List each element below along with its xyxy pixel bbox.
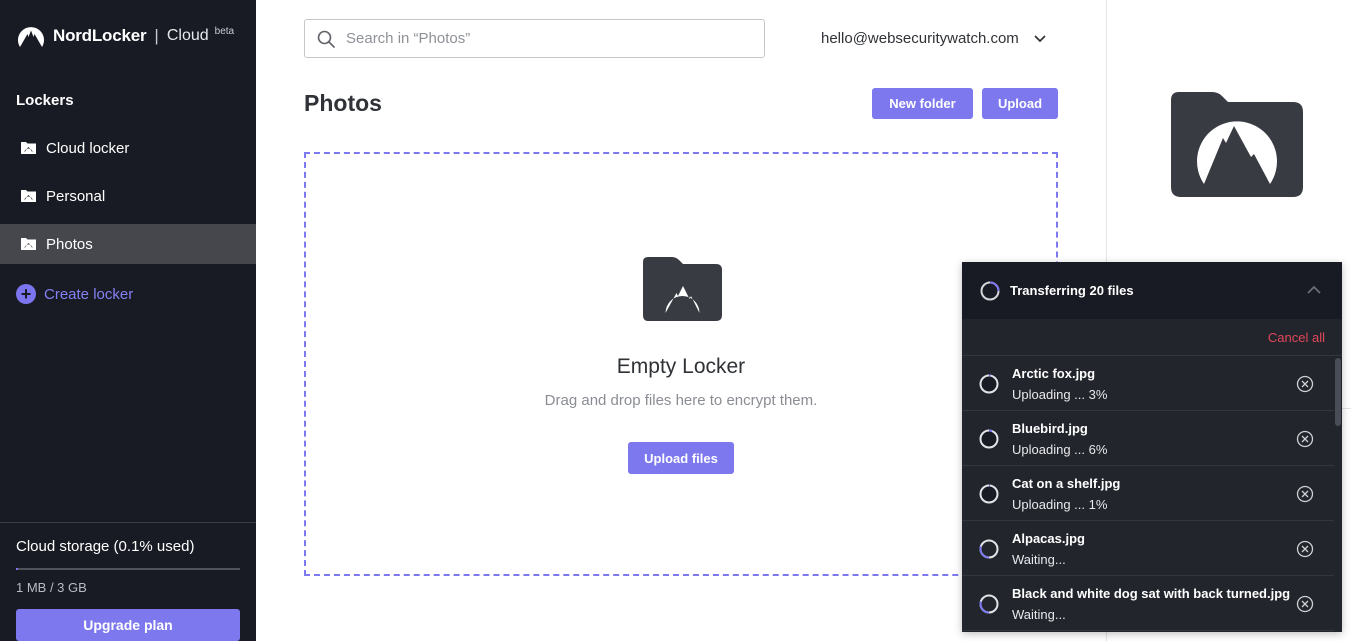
cancel-all-button[interactable]: Cancel all xyxy=(1268,330,1325,345)
transfer-panel: Transferring 20 files Cancel all Arctic … xyxy=(962,262,1342,632)
beta-badge: beta xyxy=(214,25,235,37)
brand-product: Cloud xyxy=(166,27,209,44)
sidebar-item-cloud-locker[interactable]: Cloud locker xyxy=(0,128,256,168)
storage-usage: 1 MB / 3 GB xyxy=(16,580,87,595)
spinner-icon xyxy=(980,281,1000,300)
transfer-header[interactable]: Transferring 20 files xyxy=(962,262,1342,319)
storage-title: Cloud storage (0.1% used) xyxy=(16,538,195,555)
transfer-title: Transferring 20 files xyxy=(1010,283,1134,298)
waiting-spinner-icon xyxy=(979,594,999,614)
sidebar: NordLocker | Cloud beta Lockers Cloud lo… xyxy=(0,0,256,641)
progress-ring-track xyxy=(979,429,999,449)
cancel-circle-icon[interactable] xyxy=(1296,540,1314,558)
locker-icon xyxy=(21,142,36,154)
file-name: Black and white dog sat with back turned… xyxy=(1012,586,1291,601)
plus-circle-icon: + xyxy=(16,284,36,304)
transfer-item: Arctic fox.jpg Uploading ... 3% xyxy=(962,356,1334,411)
locker-list: Cloud locker Personal Photos xyxy=(0,128,256,272)
transfer-file-list: Arctic fox.jpg Uploading ... 3% Bluebird… xyxy=(962,356,1342,631)
transfer-item: Alpacas.jpg Waiting... xyxy=(962,521,1334,576)
sidebar-item-label: Cloud locker xyxy=(46,139,130,157)
cancel-circle-icon[interactable] xyxy=(1296,375,1314,393)
file-status: Waiting... xyxy=(1012,607,1066,622)
chevron-down-icon xyxy=(1034,34,1046,42)
cancel-circle-icon[interactable] xyxy=(1296,485,1314,503)
sidebar-item-label: Photos xyxy=(46,235,93,253)
file-status: Uploading ... 1% xyxy=(1012,497,1108,512)
progress-ring-icon xyxy=(979,429,999,449)
progress-ring-track xyxy=(979,484,999,504)
storage-progress-fill xyxy=(16,568,19,570)
transfer-item: Cat on a shelf.jpg Uploading ... 1% xyxy=(962,466,1334,521)
file-name: Bluebird.jpg xyxy=(1012,421,1088,436)
progress-ring-icon xyxy=(979,374,999,394)
sidebar-item-personal[interactable]: Personal xyxy=(0,176,256,216)
storage-section: Cloud storage (0.1% used) 1 MB / 3 GB Up… xyxy=(0,522,256,641)
cancel-circle-icon[interactable] xyxy=(1296,595,1314,613)
upgrade-plan-button[interactable]: Upgrade plan xyxy=(16,609,240,641)
empty-state-title: Empty Locker xyxy=(616,355,746,378)
brand[interactable]: NordLocker | Cloud beta xyxy=(16,22,234,50)
sidebar-item-photos[interactable]: Photos xyxy=(0,224,256,264)
upload-files-button[interactable]: Upload files xyxy=(628,442,734,474)
progress-ring-track xyxy=(979,374,999,394)
nordlocker-logo-icon xyxy=(18,27,44,47)
progress-ring-icon xyxy=(979,484,999,504)
search-input[interactable] xyxy=(346,30,746,47)
search-box[interactable] xyxy=(304,19,765,58)
cancel-row: Cancel all xyxy=(962,319,1342,356)
waiting-spinner-icon xyxy=(979,539,999,559)
transfer-item: Bluebird.jpg Uploading ... 6% xyxy=(962,411,1334,466)
file-status: Uploading ... 3% xyxy=(1012,387,1108,402)
locker-folder-icon xyxy=(1171,92,1303,197)
transfer-item: Black and white dog sat with back turned… xyxy=(962,576,1334,631)
sidebar-item-label: Personal xyxy=(46,187,106,205)
drop-zone[interactable]: Empty Locker Drag and drop files here to… xyxy=(304,152,1058,576)
create-locker-button[interactable]: + Create locker xyxy=(16,284,133,304)
chevron-up-icon[interactable] xyxy=(1306,284,1322,296)
page-title: Photos xyxy=(304,90,382,116)
transfer-list-scrollbar[interactable] xyxy=(1335,358,1341,426)
search-icon xyxy=(317,30,335,48)
create-locker-label: Create locker xyxy=(44,285,134,303)
file-name: Arctic fox.jpg xyxy=(1012,366,1096,381)
new-folder-button[interactable]: New folder xyxy=(872,88,973,119)
account-email: hello@websecuritywatch.com xyxy=(821,30,1019,47)
upload-button[interactable]: Upload xyxy=(982,88,1058,119)
locker-folder-icon xyxy=(643,257,722,321)
brand-separator: | xyxy=(154,26,159,45)
file-name: Cat on a shelf.jpg xyxy=(1012,476,1121,491)
storage-progress-bar xyxy=(16,568,240,570)
locker-icon xyxy=(21,238,36,250)
cancel-circle-icon[interactable] xyxy=(1296,430,1314,448)
locker-icon xyxy=(21,190,36,202)
file-status: Uploading ... 6% xyxy=(1012,442,1108,457)
file-status: Waiting... xyxy=(1012,552,1066,567)
empty-state-subtitle: Drag and drop files here to encrypt them… xyxy=(544,392,818,409)
brand-name: NordLocker xyxy=(53,26,147,45)
lockers-heading: Lockers xyxy=(16,92,74,109)
account-menu[interactable]: hello@websecuritywatch.com xyxy=(821,30,1047,47)
file-name: Alpacas.jpg xyxy=(1012,531,1085,546)
